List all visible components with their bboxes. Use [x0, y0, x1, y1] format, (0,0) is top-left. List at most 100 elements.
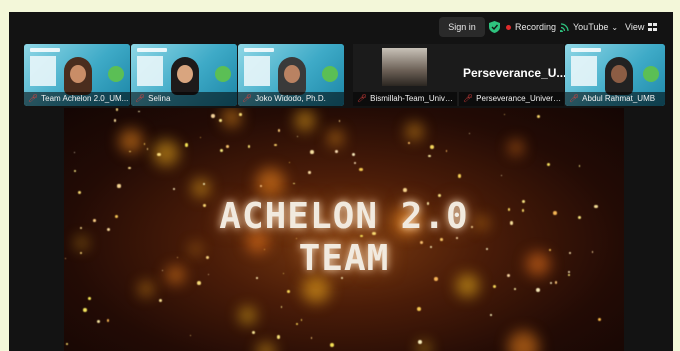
sparkle [327, 130, 344, 146]
sparkle [294, 110, 316, 131]
participant-name-label: 🎤︎ Selina [131, 92, 237, 106]
sparkle [468, 132, 471, 135]
sparkle [353, 161, 356, 164]
view-button[interactable]: View [625, 17, 669, 37]
sparkle [158, 299, 162, 303]
sparkle [128, 166, 131, 170]
sparkle [200, 137, 202, 139]
sparkle [143, 143, 146, 145]
sparkle [408, 142, 411, 144]
sparkle [106, 319, 109, 322]
sparkle [238, 306, 256, 324]
tree-graphic [215, 66, 231, 82]
sparkle [277, 128, 281, 132]
participant-photo [382, 48, 427, 86]
sparkle [119, 129, 143, 153]
participant-name-label: 🎤︎ Team Achelon 2.0_UM... [24, 92, 130, 106]
sparkle [280, 306, 283, 308]
mic-muted-icon: 🎤︎ [135, 94, 146, 103]
sparkle [430, 144, 435, 149]
sparkle [221, 108, 241, 127]
zoom-meeting-window: Sign in Recording YouTube ⌄ View 🎤︎ Team… [9, 12, 673, 351]
sparkle [351, 152, 355, 156]
sparkle [220, 148, 224, 152]
sparkle [74, 151, 76, 153]
sparkle [247, 144, 251, 148]
sparkle [202, 182, 205, 185]
sparkle [493, 284, 497, 288]
sparkle [338, 120, 341, 122]
tree-graphic [108, 66, 124, 82]
participant-tile[interactable]: 🎤︎ Team Achelon 2.0_UM... [24, 44, 130, 106]
chevron-down-icon: ⌄ [611, 22, 619, 32]
sparkle [554, 281, 557, 284]
sparkle [504, 113, 506, 115]
sparkle [428, 154, 432, 158]
sparkle [114, 119, 117, 122]
sparkle [547, 163, 551, 167]
participant-name-label: 🎤︎ Perseverance_Universi... [459, 92, 564, 106]
tree-graphic [322, 66, 338, 82]
sparkle [402, 188, 407, 192]
sparkle [256, 342, 275, 351]
sparkle [251, 331, 255, 335]
sparkle [117, 184, 121, 188]
mic-muted-icon: 🎤︎ [28, 94, 39, 103]
youtube-live-button[interactable]: YouTube ⌄ [560, 17, 622, 37]
sparkle [300, 319, 303, 322]
participant-tile[interactable]: 🎤︎ Abdul Rahmat_UMB [565, 44, 665, 106]
participant-video [64, 57, 92, 95]
participant-wide-tile[interactable]: Perseverance_U... 🎤︎ Bismillah-Team_Unive… [353, 44, 567, 106]
participant-name-label: 🎤︎ Joko Widodo, Ph.D. [238, 92, 344, 106]
participant-video [278, 57, 306, 95]
sign-in-label: Sign in [448, 22, 476, 32]
sparkle [115, 108, 119, 111]
title-line-2: TEAM [298, 238, 390, 279]
sparkle [508, 331, 540, 351]
sparkle [82, 307, 87, 312]
mic-muted-icon: 🎤︎ [569, 94, 580, 103]
sparkle [146, 148, 149, 150]
sign-in-button[interactable]: Sign in [439, 17, 485, 37]
spotlight-participant-name: Perseverance_U... [463, 66, 567, 80]
sparkle [66, 342, 68, 345]
recording-label: Recording [515, 22, 557, 32]
sparkle [308, 171, 311, 174]
sparkle [310, 337, 313, 339]
sparkle [302, 276, 330, 304]
sparkle [192, 179, 210, 197]
shield-check-icon [488, 21, 500, 33]
sparkle [417, 307, 422, 312]
sparkle [138, 281, 154, 297]
tree-graphic [643, 66, 659, 82]
mic-muted-icon: 🎤︎ [357, 94, 368, 103]
mic-muted-icon: 🎤︎ [463, 94, 474, 103]
grid-icon [648, 23, 658, 31]
sparkle [550, 282, 553, 285]
sparkle [500, 174, 503, 177]
sparkle [138, 111, 140, 113]
mic-muted-icon: 🎤︎ [242, 94, 253, 103]
sparkle [293, 182, 295, 185]
sparkle [457, 174, 461, 178]
sparkle [334, 150, 338, 153]
participant-video [171, 57, 199, 95]
sparkle [309, 150, 314, 155]
security-shield-button[interactable] [486, 17, 502, 37]
sparkle [97, 320, 101, 324]
participant-tile[interactable]: 🎤︎ Selina [131, 44, 237, 106]
participant-strip: 🎤︎ Team Achelon 2.0_UM... 🎤︎ Selina 🎤︎ Joko… [24, 44, 665, 106]
sparkle [289, 161, 291, 163]
participant-tile[interactable]: 🎤︎ Joko Widodo, Ph.D. [238, 44, 344, 106]
sparkle [359, 167, 364, 172]
sparkle [211, 113, 215, 118]
sparkle [537, 114, 541, 119]
participant-video [605, 57, 633, 95]
sparkle [418, 340, 423, 344]
participant-name-label: 🎤︎ Bismillah-Team_Univer... [353, 92, 457, 106]
recording-indicator[interactable]: Recording [503, 17, 559, 37]
sparkle [226, 145, 229, 149]
sparkle [74, 170, 77, 173]
sparkle [219, 119, 222, 122]
sparkle [77, 190, 81, 194]
